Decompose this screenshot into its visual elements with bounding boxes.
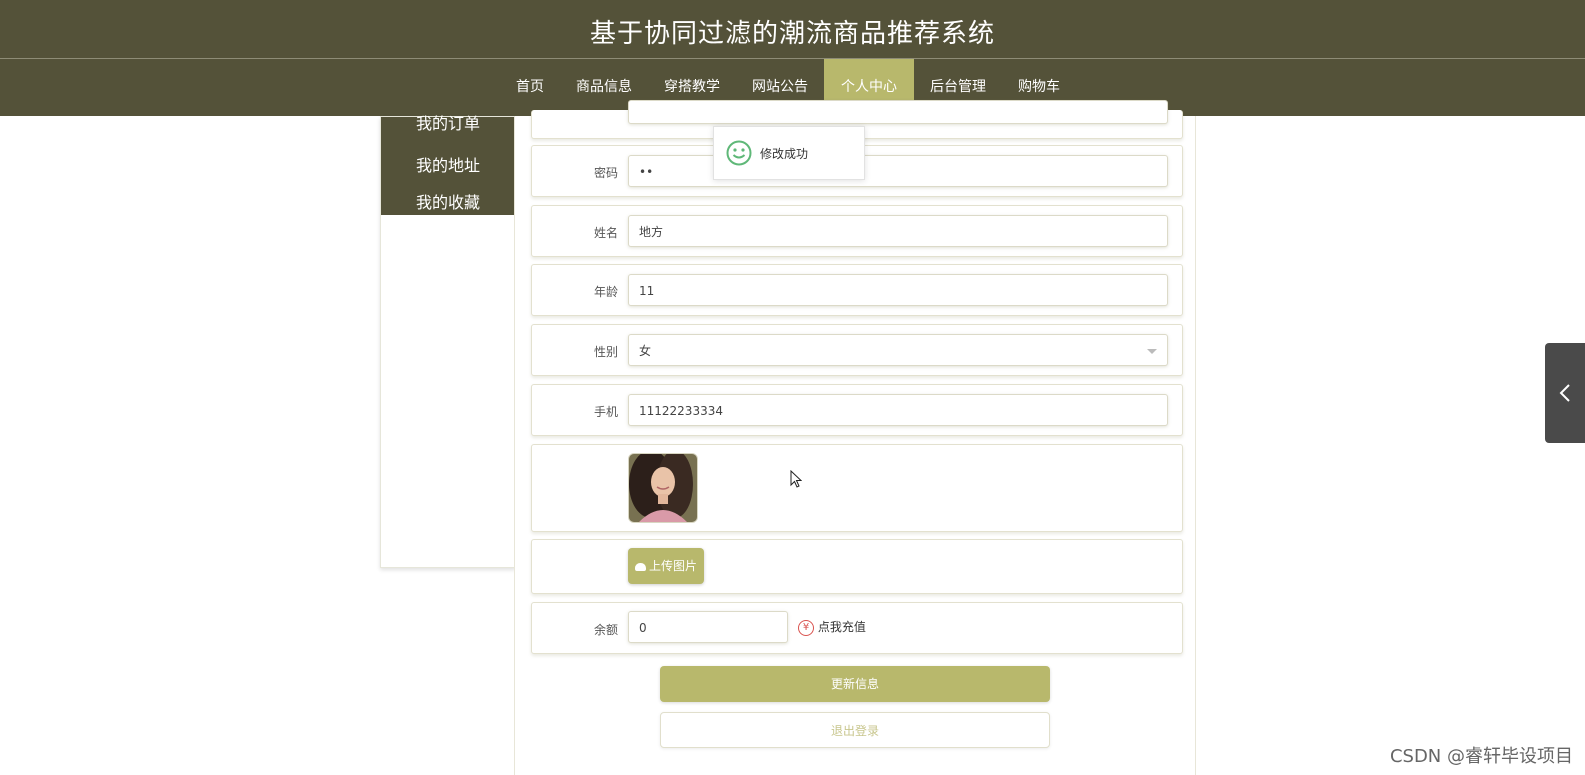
success-toast: 修改成功 xyxy=(713,126,865,180)
form-row-phone: 手机 11122233334 xyxy=(531,384,1183,436)
sidebar-item-orders[interactable]: 我的订单 xyxy=(381,114,515,147)
recharge-label: 点我充值 xyxy=(817,620,866,634)
form-row-avatar xyxy=(531,444,1183,532)
name-field[interactable]: 地方 xyxy=(628,215,1168,247)
sidebar-item-address-label: 我的地址 xyxy=(415,156,480,175)
balance-label: 余额 xyxy=(593,623,618,637)
password-label: 密码 xyxy=(593,166,618,180)
upload-image-label: 上传图片 xyxy=(648,559,697,573)
nav-item-home[interactable]: 首页 xyxy=(500,59,560,116)
phone-label: 手机 xyxy=(593,405,618,419)
sidebar-item-favorites[interactable]: 我的收藏 xyxy=(381,184,515,215)
upload-image-button[interactable]: 上传图片 xyxy=(628,548,704,584)
personal-sidebar: 我的订单 我的地址 我的收藏 xyxy=(380,116,516,568)
form-row-gender: 性别 女 xyxy=(531,324,1183,376)
gender-select[interactable]: 女 xyxy=(628,334,1168,366)
gender-label: 性别 xyxy=(593,345,618,359)
mouse-cursor-icon xyxy=(790,469,803,492)
chevron-down-icon xyxy=(1147,349,1157,354)
form-row-balance: 余额 0 ¥ 点我充值 xyxy=(531,602,1183,654)
age-label: 年龄 xyxy=(593,285,618,299)
smile-icon xyxy=(726,140,752,170)
toast-message: 修改成功 xyxy=(760,147,809,161)
avatar-image xyxy=(628,453,698,523)
logout-button[interactable]: 退出登录 xyxy=(660,712,1050,748)
watermark: CSDN @睿轩毕设项目 xyxy=(1389,746,1573,767)
balance-field[interactable]: 0 xyxy=(628,611,788,643)
site-header: 基于协同过滤的潮流商品推荐系统 xyxy=(0,0,1585,59)
sidebar-menu: 我的订单 我的地址 我的收藏 xyxy=(381,114,515,215)
name-label: 姓名 xyxy=(593,226,618,240)
password-field[interactable]: •• xyxy=(628,155,1168,187)
chevron-left-icon xyxy=(1559,383,1571,407)
age-field[interactable]: 11 xyxy=(628,274,1168,306)
phone-field[interactable]: 11122233334 xyxy=(628,394,1168,426)
partial-field[interactable] xyxy=(628,100,1168,124)
side-collapse-tab[interactable] xyxy=(1545,343,1585,443)
form-row-age: 年龄 11 xyxy=(531,264,1183,316)
form-row-name: 姓名 地方 xyxy=(531,205,1183,257)
yen-icon: ¥ xyxy=(798,619,814,636)
site-title: 基于协同过滤的潮流商品推荐系统 xyxy=(589,19,995,49)
sidebar-item-favorites-label: 我的收藏 xyxy=(415,193,480,212)
gender-selected-value: 女 xyxy=(639,344,652,358)
cloud-upload-icon xyxy=(634,562,646,571)
sidebar-item-orders-label: 我的订单 xyxy=(415,114,480,133)
form-row-upload: 上传图片 xyxy=(531,539,1183,594)
sidebar-item-address[interactable]: 我的地址 xyxy=(381,147,515,184)
recharge-link[interactable]: ¥ 点我充值 xyxy=(798,611,866,643)
update-info-button[interactable]: 更新信息 xyxy=(660,666,1050,702)
